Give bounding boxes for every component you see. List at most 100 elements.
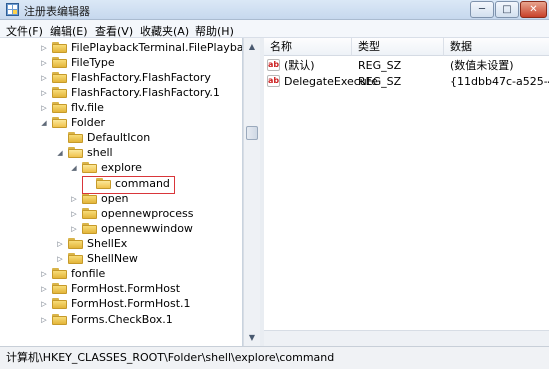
tree-item[interactable]: ▷ Forms.CheckBox.1 — [40, 312, 173, 327]
regedit-app-icon — [6, 3, 19, 16]
tree-item-label: FileType — [71, 56, 115, 69]
expand-arrow-icon[interactable]: ▷ — [56, 240, 64, 248]
tree-item-label: Forms.CheckBox.1 — [71, 313, 173, 326]
expand-arrow-icon[interactable]: ▷ — [40, 59, 48, 67]
minimize-icon: ─ — [478, 4, 486, 15]
string-value-icon: ab — [267, 59, 280, 71]
status-path: 计算机\HKEY_CLASSES_ROOT\Folder\shell\explo… — [6, 351, 335, 364]
tree-item-label: DefaultIcon — [87, 131, 151, 144]
value-type: REG_SZ — [358, 75, 402, 88]
folder-icon — [52, 87, 67, 98]
collapse-arrow-icon[interactable]: ◢ — [56, 149, 64, 157]
scroll-up-icon[interactable]: ▲ — [244, 38, 260, 54]
tree-item[interactable]: ◢ Folder — [40, 115, 105, 130]
tree-item[interactable]: ▷ FilePlaybackTerminal.FilePlaybackTermir — [40, 40, 243, 55]
tree-item[interactable]: ◢ shell — [56, 145, 113, 160]
tree-item-label: FlashFactory.FlashFactory.1 — [71, 86, 220, 99]
column-header-data[interactable]: 数据 — [444, 38, 549, 56]
tree-item[interactable]: ▷ FileType — [40, 55, 115, 70]
tree-item[interactable]: ▷ opennewwindow — [70, 221, 193, 236]
folder-icon — [52, 314, 67, 325]
folder-icon — [52, 283, 67, 294]
collapse-arrow-icon[interactable]: ◢ — [40, 119, 48, 127]
value-name: (默认) — [284, 59, 315, 72]
tree-item-label: shell — [87, 146, 113, 159]
values-horizontal-scrollbar[interactable] — [264, 330, 549, 346]
expand-arrow-icon[interactable]: ▷ — [40, 285, 48, 293]
scroll-down-icon[interactable]: ▼ — [244, 329, 260, 345]
tree-item-label: ShellEx — [87, 237, 128, 250]
tree-item-label: FormHost.FormHost.1 — [71, 297, 191, 310]
values-pane[interactable]: 名称 类型 数据 ab (默认) REG_SZ (数值未设置) ab Deleg… — [264, 38, 549, 346]
folder-icon — [82, 208, 97, 219]
tree-item[interactable]: ▷ ShellEx — [56, 236, 127, 251]
folder-icon — [68, 253, 83, 264]
tree-item-label: ShellNew — [87, 252, 138, 265]
expand-arrow-icon[interactable]: ▷ — [40, 74, 48, 82]
tree-item[interactable]: DefaultIcon — [56, 130, 150, 145]
tree-item-label: opennewprocess — [101, 207, 194, 220]
expand-arrow-icon[interactable]: ▷ — [70, 225, 78, 233]
expand-arrow-icon[interactable]: ▷ — [40, 104, 48, 112]
tree-item[interactable]: ▷ fonfile — [40, 266, 105, 281]
tree-item-label: opennewwindow — [101, 222, 193, 235]
value-row[interactable]: ab (默认) REG_SZ (数值未设置) — [264, 57, 549, 74]
folder-icon — [68, 132, 83, 143]
value-data: {11dbb47c-a525-400b — [450, 75, 549, 88]
tree-item-label: Folder — [71, 116, 105, 129]
minimize-button[interactable]: ─ — [470, 1, 494, 18]
tree-item[interactable]: ▷ flv.file — [40, 100, 104, 115]
tree-item[interactable]: ▷ FlashFactory.FlashFactory — [40, 70, 211, 85]
expand-arrow-icon[interactable]: ▷ — [40, 270, 48, 278]
tree-item-label: fonfile — [71, 267, 106, 280]
expand-arrow-icon[interactable]: ▷ — [40, 300, 48, 308]
tree-item[interactable]: ▷ FormHost.FormHost.1 — [40, 296, 191, 311]
menu-favorites[interactable]: 收藏夹(A) — [140, 23, 189, 39]
tree-item-label: explore — [101, 161, 142, 174]
folder-icon — [52, 268, 67, 279]
maximize-icon: □ — [502, 4, 512, 15]
folder-icon — [52, 298, 67, 309]
column-header-type[interactable]: 类型 — [352, 38, 444, 56]
tree-scrollbar[interactable]: ▲ ▼ — [243, 38, 260, 346]
close-button[interactable]: ✕ — [520, 1, 547, 18]
expand-arrow-icon[interactable]: ▷ — [70, 210, 78, 218]
menu-help[interactable]: 帮助(H) — [195, 23, 234, 39]
tree-item-label: FilePlaybackTerminal.FilePlaybackTermir — [71, 41, 243, 54]
expand-arrow-icon[interactable]: ▷ — [40, 89, 48, 97]
tree-item[interactable]: ▷ ShellNew — [56, 251, 138, 266]
folder-icon — [52, 42, 67, 53]
close-icon: ✕ — [529, 4, 538, 15]
status-bar: 计算机\HKEY_CLASSES_ROOT\Folder\shell\explo… — [0, 346, 549, 369]
column-header-name[interactable]: 名称 — [264, 38, 352, 56]
expand-arrow-icon[interactable]: ▷ — [56, 255, 64, 263]
collapse-arrow-icon[interactable]: ◢ — [70, 164, 78, 172]
window-title: 注册表编辑器 — [24, 5, 90, 18]
folder-icon — [82, 223, 97, 234]
menu-file[interactable]: 文件(F) — [6, 23, 43, 39]
open-folder-icon — [68, 147, 83, 158]
expand-arrow-icon[interactable]: ▷ — [40, 316, 48, 324]
tree-item-label: flv.file — [71, 101, 104, 114]
folder-icon — [52, 57, 67, 68]
folder-icon — [68, 238, 83, 249]
selection-highlight-box — [82, 176, 175, 194]
title-bar[interactable]: 注册表编辑器 ─ □ ✕ — [0, 0, 549, 20]
value-row[interactable]: ab DelegateExecute REG_SZ {11dbb47c-a525… — [264, 73, 549, 90]
expand-arrow-icon[interactable]: ▷ — [40, 44, 48, 52]
tree-item[interactable]: ▷ FlashFactory.FlashFactory.1 — [40, 85, 220, 100]
scroll-thumb[interactable] — [246, 126, 258, 140]
menu-view[interactable]: 查看(V) — [95, 23, 133, 39]
menu-edit[interactable]: 编辑(E) — [50, 23, 88, 39]
menu-bar: 文件(F) 编辑(E) 查看(V) 收藏夹(A) 帮助(H) — [0, 20, 549, 38]
tree-item[interactable]: ▷ opennewprocess — [70, 206, 193, 221]
folder-icon — [52, 102, 67, 113]
tree-item[interactable]: ▷ FormHost.FormHost — [40, 281, 180, 296]
maximize-button[interactable]: □ — [495, 1, 519, 18]
tree-item-label: FormHost.FormHost — [71, 282, 181, 295]
tree-item[interactable]: ◢ explore — [70, 160, 142, 175]
string-value-icon: ab — [267, 75, 280, 87]
expand-arrow-icon[interactable]: ▷ — [70, 195, 78, 203]
tree-item-label: FlashFactory.FlashFactory — [71, 71, 211, 84]
